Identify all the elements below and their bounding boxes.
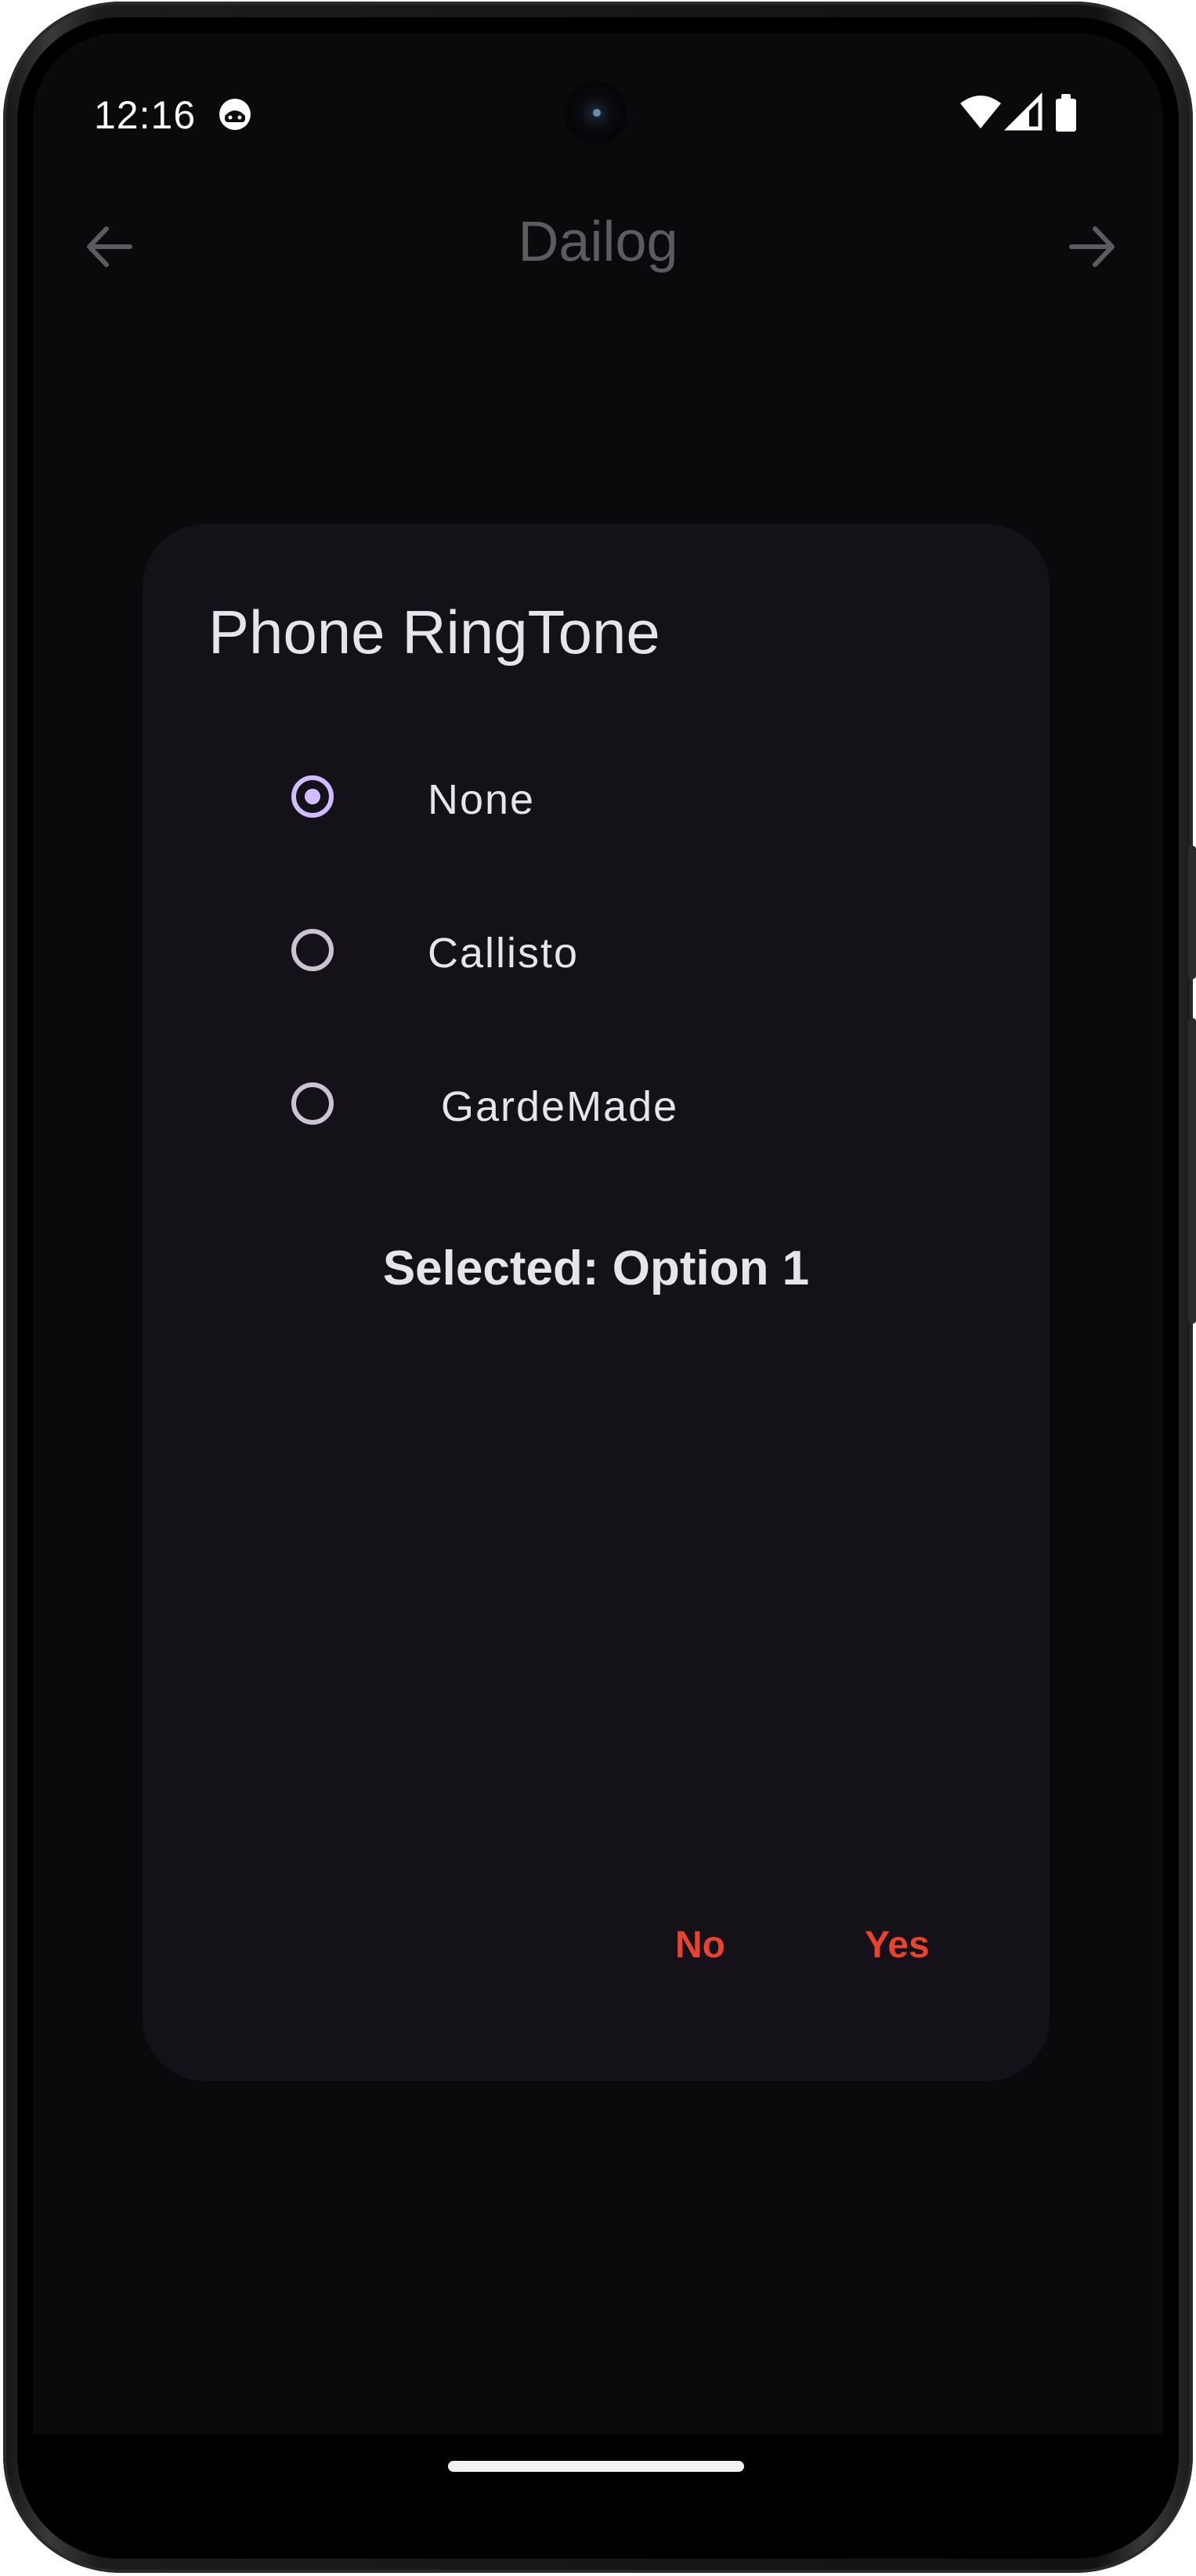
page-title: Dailog <box>518 211 678 273</box>
android-face-icon <box>219 99 251 130</box>
selected-status-text: Selected: Option 1 <box>382 1241 810 1295</box>
battery-icon <box>1056 94 1076 132</box>
wifi-icon <box>960 96 1001 128</box>
home-indicator[interactable] <box>448 2461 744 2472</box>
status-time: 12:16 <box>94 93 197 137</box>
radio-label: GardeMade <box>428 1083 679 1130</box>
radio-option-gardemade[interactable]: GardeMade <box>266 1051 971 1161</box>
radio-option-callisto[interactable]: Callisto <box>266 898 971 1007</box>
arrow-right-icon[interactable] <box>1065 219 1120 274</box>
page-root: 12:16 Dailog Phone RingTone None Callist… <box>0 0 1196 2576</box>
radio-dot <box>305 789 320 804</box>
dialog-title: Phone RingTone <box>208 598 660 667</box>
radio-button-selected[interactable] <box>291 775 334 818</box>
radio-option-none[interactable]: None <box>266 744 971 854</box>
radio-label: Callisto <box>428 930 580 977</box>
no-button[interactable]: No <box>663 1917 738 1973</box>
power-button <box>1188 846 1196 979</box>
radio-label: None <box>428 776 536 823</box>
radio-button[interactable] <box>291 929 334 971</box>
volume-button <box>1188 1018 1196 1324</box>
radio-button[interactable] <box>291 1082 334 1125</box>
camera-lens <box>593 109 601 117</box>
yes-button[interactable]: Yes <box>852 1917 942 1973</box>
signal-icon <box>1003 92 1042 131</box>
status-icons <box>960 92 1076 132</box>
